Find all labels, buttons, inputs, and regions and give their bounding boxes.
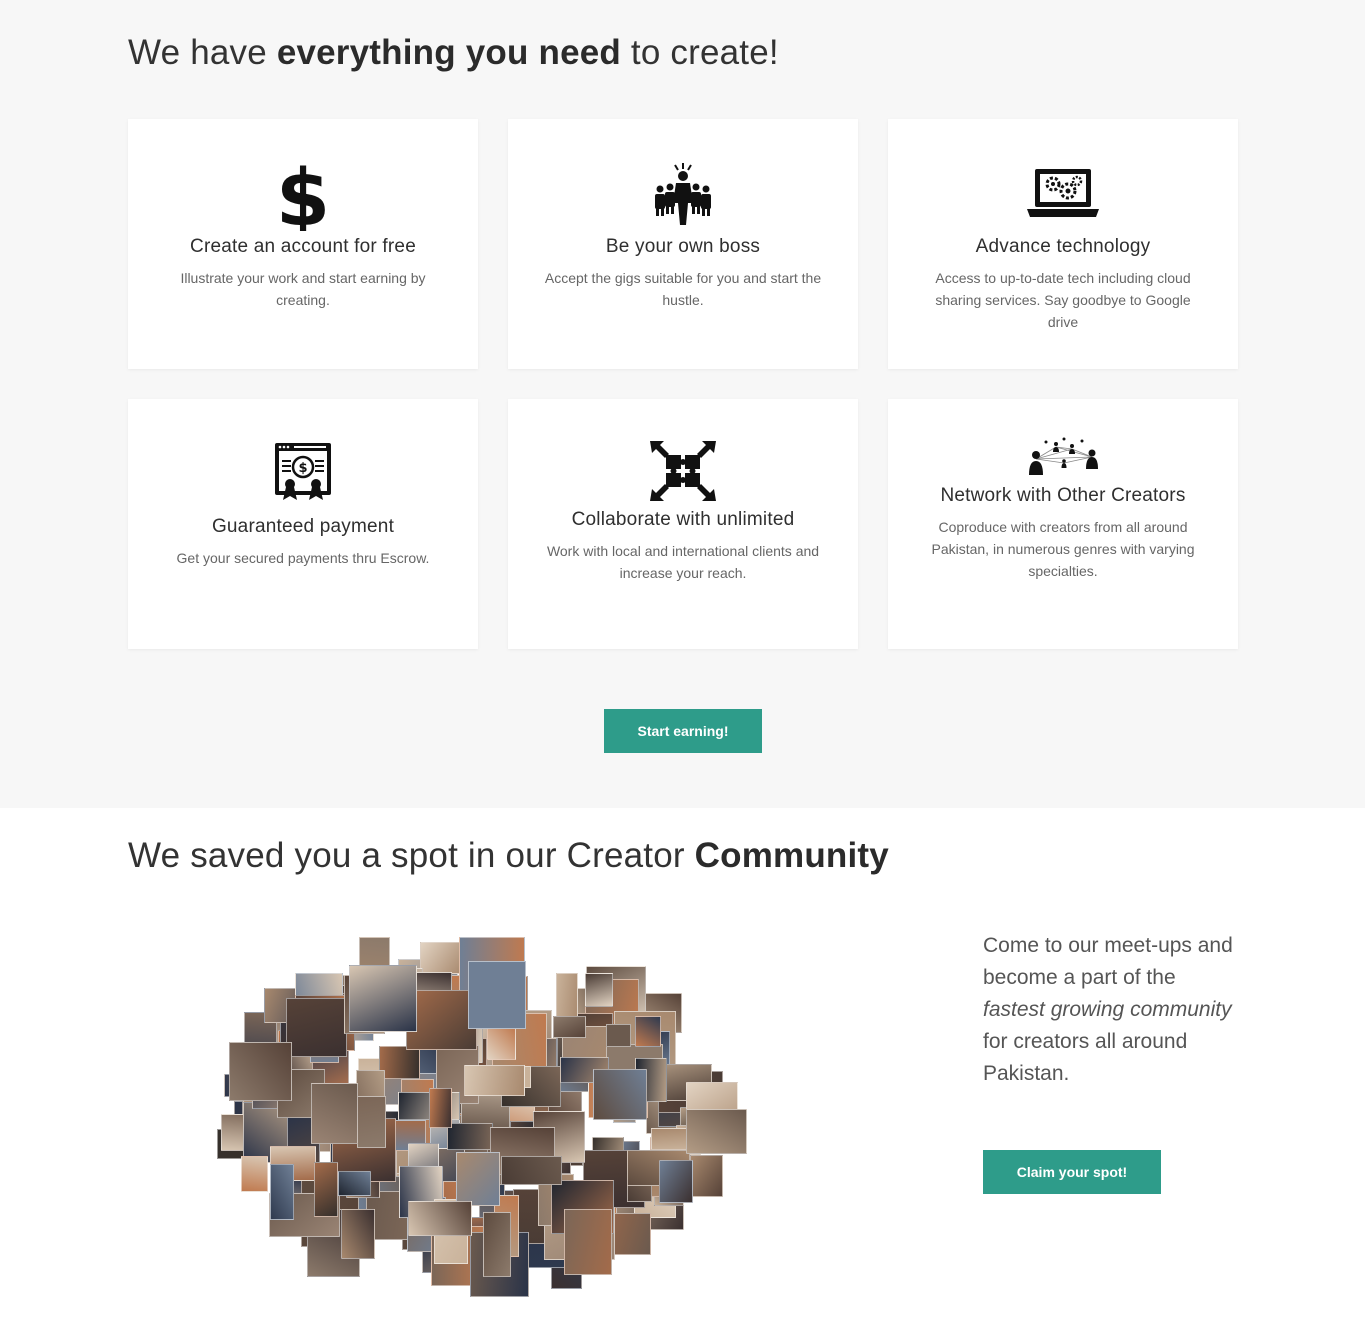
collage-photo [420,942,462,974]
collage-photo [593,1069,647,1120]
collage-photo [501,1156,562,1185]
feature-card-technology: Advance technology Access to up-to-date … [888,119,1238,369]
community-photo-collage [205,930,755,1300]
collage-photo [447,1123,493,1150]
feature-card-payment: $ Guaranteed payment Get your secured pa… [128,399,478,649]
collage-photo [456,1152,500,1206]
feature-card-network: Network with Other Creators Coproduce wi… [888,399,1238,649]
community-heading: We saved you a spot in our Creator Commu… [128,836,889,875]
feature-card-text: Coproduce with creators from all around … [931,519,1195,579]
feature-card-title: Advance technology [975,236,1151,257]
collage-photo [635,1016,661,1047]
collage-photo [690,1155,723,1197]
collage-photo [379,1046,420,1079]
feature-card-title: Create an account for free [190,236,416,257]
feature-card-title: Network with Other Creators [940,485,1186,506]
collage-photo [483,1212,511,1277]
collage-photo [464,1065,525,1096]
collage-photo [468,961,526,1029]
collage-photo [314,1162,338,1217]
collage-photo [686,1109,747,1154]
laptop-gears-icon [888,167,1238,219]
feature-card-collaborate: Collaborate with unlimited Work with loc… [508,399,858,649]
network-people-icon [888,437,1238,477]
collage-photo [564,1209,612,1275]
boss-crowd-icon [508,161,858,227]
community-description: Come to our meet-ups and become a part o… [983,934,1233,1085]
start-earning-button[interactable]: Start earning! [604,709,762,753]
features-section: We have everything you need to create! $… [0,0,1365,808]
collage-photo [408,1201,472,1236]
svg-text:$: $ [298,461,307,476]
claim-spot-button[interactable]: Claim your spot! [983,1150,1161,1194]
feature-card-title: Collaborate with unlimited [571,509,795,530]
collage-photo [429,1088,452,1128]
feature-card-text: Accept the gigs suitable for you and sta… [544,270,822,308]
payment-certificate-icon: $ [128,442,478,506]
collage-photo [553,1016,586,1038]
feature-card-text: Work with local and international client… [546,543,820,581]
feature-card-title: Be your own boss [605,236,761,257]
collage-photo [241,1156,268,1192]
collage-photo [606,1024,631,1047]
collage-photo [338,1171,371,1196]
feature-card-text: Illustrate your work and start earning b… [180,270,426,308]
feature-card-own-boss: Be your own boss Accept the gigs suitabl… [508,119,858,369]
feature-card-free-account: $ Create an account for free Illustrate … [128,119,478,369]
collage-photo [585,973,613,1007]
collage-photo [311,1083,358,1144]
collage-photo [357,1096,386,1148]
feature-card-title: Guaranteed payment [211,516,395,537]
collage-photo [487,1027,516,1060]
community-section: We saved you a spot in our Creator Commu… [0,808,1365,1324]
collage-photo [341,1209,375,1259]
feature-card-text: Get your secured payments thru Escrow. [176,550,430,566]
collage-photo [229,1042,292,1101]
feature-card-text: Access to up-to-date tech including clou… [935,270,1191,330]
collage-photo [286,998,347,1057]
dollar-icon: $ [128,159,478,231]
collage-photo [270,1164,294,1220]
puzzle-arrows-icon [508,439,858,503]
collage-photo [349,965,417,1032]
svg-text:$: $ [278,159,328,231]
features-heading: We have everything you need to create! [128,33,779,72]
collage-photo [659,1160,693,1203]
